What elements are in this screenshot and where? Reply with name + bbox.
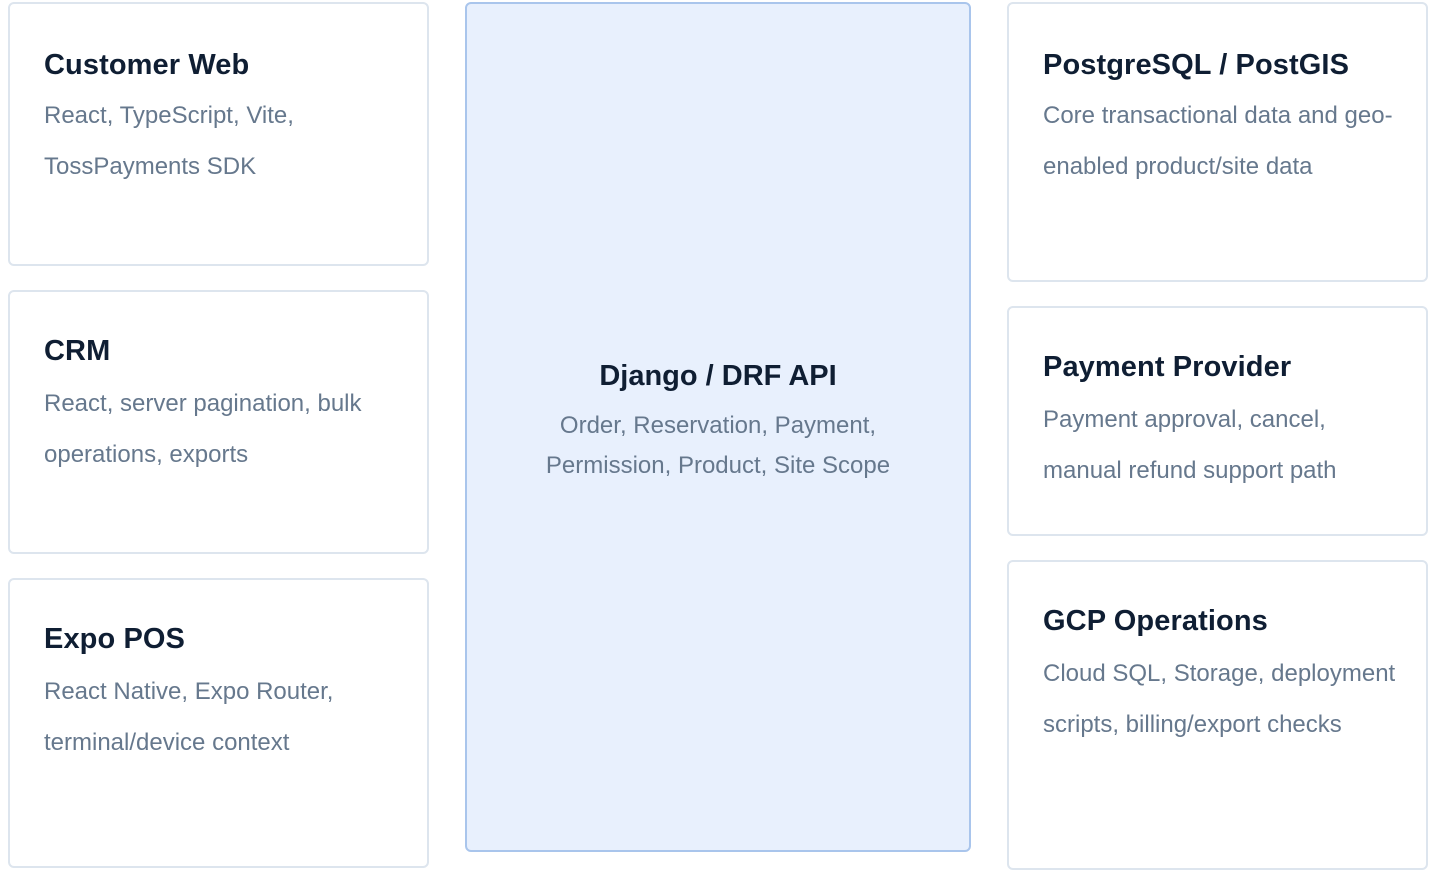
card-description: React Native, Expo Router, terminal/devi… (44, 678, 334, 756)
card-title: Expo POS (44, 623, 185, 655)
service-card-postgresql: PostgreSQL / PostGIS Core transactional … (1007, 2, 1428, 282)
card-description: Payment approval, cancel, manual refund … (1043, 406, 1337, 484)
card-title: PostgreSQL / PostGIS (1043, 49, 1350, 81)
card-title: GCP Operations (1043, 605, 1268, 637)
card-description: React, TypeScript, Vite, TossPayments SD… (44, 102, 294, 180)
card-description: Core transactional data and geo-enabled … (1043, 102, 1393, 180)
card-title: Payment Provider (1043, 351, 1292, 383)
api-description: Order, Reservation, Payment, Permission,… (545, 412, 891, 479)
api-title: Django / DRF API (599, 360, 837, 392)
client-card-expo-pos: Expo POS React Native, Expo Router, term… (8, 578, 429, 868)
card-description: React, server pagination, bulk operation… (44, 390, 362, 468)
api-card: Django / DRF API Order, Reservation, Pay… (465, 2, 971, 852)
card-title: Customer Web (44, 49, 250, 81)
card-title: CRM (44, 335, 111, 367)
service-card-payment-provider: Payment Provider Payment approval, cance… (1007, 306, 1428, 536)
client-card-customer-web: Customer Web React, TypeScript, Vite, To… (8, 2, 429, 266)
card-description: Cloud SQL, Storage, deployment scripts, … (1043, 660, 1396, 738)
client-card-crm: CRM React, server pagination, bulk opera… (8, 290, 429, 554)
service-card-gcp-operations: GCP Operations Cloud SQL, Storage, deplo… (1007, 560, 1428, 870)
